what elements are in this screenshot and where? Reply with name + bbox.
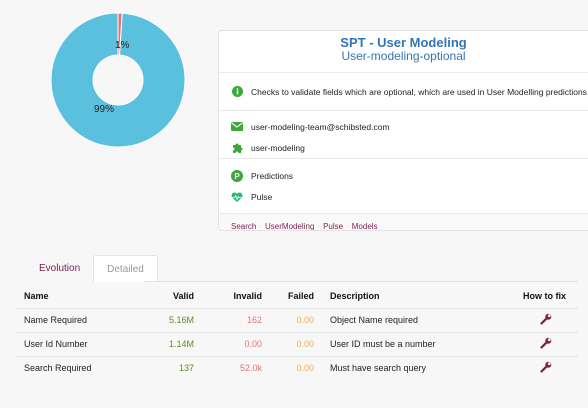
cell-name: Search Required	[16, 355, 148, 380]
cell-failed: 0.00	[270, 331, 322, 356]
cell-description: Object Name required	[322, 307, 492, 332]
cell-valid: 5.16M	[148, 307, 202, 332]
table-row[interactable]: User Id Number 1.14M 0.00 0.00 User ID m…	[16, 331, 578, 356]
tab-evolution[interactable]: Evolution	[26, 255, 93, 282]
team-row[interactable]: user-modeling	[219, 138, 588, 158]
donut-chart	[50, 12, 186, 148]
cell-valid: 1.14M	[148, 331, 202, 356]
pulse-row[interactable]: Pulse	[219, 187, 588, 207]
email-row[interactable]: user-modeling-team@schibsted.com	[219, 115, 588, 138]
cell-invalid: 52.0k	[202, 355, 270, 380]
tab-underline	[144, 281, 578, 282]
breadcrumb-models[interactable]: Models	[352, 222, 378, 231]
envelope-icon	[231, 121, 243, 133]
header-valid: Valid	[172, 290, 194, 301]
cell-description: Must have search query	[322, 355, 492, 380]
wrench-icon[interactable]	[540, 337, 552, 351]
header-how-to-fix: How to fix	[523, 290, 566, 301]
slice-label-small: 1%	[115, 40, 130, 51]
cell-how-to-fix	[492, 307, 578, 332]
heartbeat-icon	[231, 191, 243, 203]
cell-valid: 137	[148, 355, 202, 380]
table-row[interactable]: Search Required 137 52.0k 0.00 Must have…	[16, 355, 578, 380]
table-header-row: Name Valid Invalid Failed Description Ho…	[16, 284, 578, 308]
card-subtitle: User-modeling-optional	[341, 49, 466, 63]
cell-name: Name Required	[16, 307, 148, 332]
breadcrumb-separator: ·	[346, 221, 349, 231]
info-card: SPT - User Modeling User-modeling-option…	[218, 30, 588, 231]
predictions-icon: P	[231, 169, 243, 182]
breadcrumb-usermodeling[interactable]: UserModeling	[265, 222, 314, 231]
breadcrumb: Search · UserModeling · Pulse · Models	[219, 214, 588, 231]
header-description: Description	[330, 290, 380, 301]
team-name[interactable]: user-modeling	[251, 143, 305, 153]
cell-how-to-fix	[492, 355, 578, 380]
breadcrumb-pulse[interactable]: Pulse	[323, 222, 343, 231]
card-title: SPT - User Modeling	[340, 35, 467, 50]
tab-detailed[interactable]: Detailed	[93, 255, 158, 282]
breadcrumb-separator: ·	[317, 221, 321, 231]
cell-failed: 0.00	[270, 355, 322, 380]
header-name: Name	[24, 290, 49, 301]
donut-slice-1[interactable]	[50, 12, 186, 148]
description-row: Checks to validate fields which are opti…	[219, 73, 588, 110]
table-row[interactable]: Name Required 5.16M 162 0.00 Object Name…	[16, 307, 578, 332]
divider	[219, 110, 588, 111]
cell-description: User ID must be a number	[322, 331, 492, 356]
tab-bar: Evolution Detailed	[26, 255, 158, 282]
card-description: Checks to validate fields which are opti…	[251, 86, 587, 97]
breadcrumb-separator: ·	[259, 221, 263, 231]
header-failed: Failed	[287, 290, 314, 301]
cell-failed: 0.00	[270, 307, 322, 332]
cell-invalid: 162	[202, 307, 270, 332]
breadcrumb-search[interactable]: Search	[231, 222, 256, 231]
divider	[219, 158, 588, 159]
wrench-icon[interactable]	[540, 361, 552, 375]
info-icon	[231, 86, 243, 98]
team-email[interactable]: user-modeling-team@schibsted.com	[251, 122, 390, 132]
slice-label-large: 99%	[94, 104, 115, 115]
checks-table: Name Valid Invalid Failed Description Ho…	[16, 284, 578, 380]
cell-invalid: 0.00	[202, 331, 270, 356]
pulse-label[interactable]: Pulse	[251, 192, 272, 202]
header-invalid: Invalid	[233, 290, 262, 301]
cell-how-to-fix	[492, 331, 578, 356]
predictions-row[interactable]: P Predictions	[219, 164, 588, 187]
puzzle-icon	[231, 142, 243, 154]
predictions-label[interactable]: Predictions	[251, 171, 293, 181]
wrench-icon[interactable]	[540, 313, 552, 327]
cell-name: User Id Number	[16, 331, 148, 356]
svg-text:P: P	[234, 171, 240, 180]
